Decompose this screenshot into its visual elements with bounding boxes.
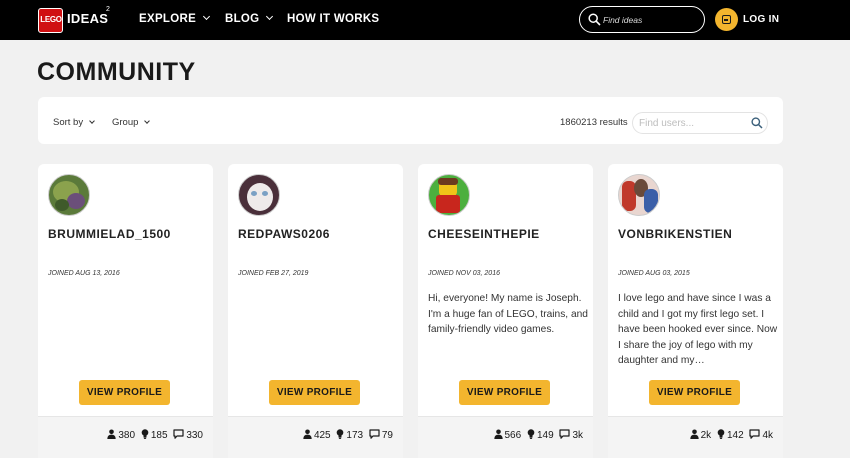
- join-date: JOINED AUG 13, 2016: [48, 270, 120, 277]
- comment-icon: [173, 429, 184, 439]
- login-icon[interactable]: [715, 8, 738, 31]
- group-dropdown[interactable]: Group: [112, 117, 151, 128]
- username[interactable]: REDPAWS0206: [238, 227, 330, 241]
- nav-how-it-works-label: HOW IT WORKS: [287, 13, 380, 25]
- username[interactable]: BRUMMIELAD_1500: [48, 227, 171, 241]
- comment-icon: [749, 429, 761, 439]
- user-icon: [303, 429, 312, 439]
- card-footer: 2k 142 4k: [608, 416, 783, 458]
- followers-stat: 380: [107, 429, 135, 441]
- followers-stat: 566: [493, 429, 522, 441]
- lightbulb-icon: [717, 429, 725, 439]
- group-label: Group: [112, 117, 139, 128]
- nav-blog-label: BLOG: [225, 13, 260, 25]
- user-stats: 425 173 79: [300, 429, 393, 441]
- comments-count: 3k: [572, 430, 583, 441]
- page-title: COMMUNITY: [37, 58, 196, 86]
- comments-count: 330: [186, 430, 203, 441]
- user-card: BRUMMIELAD_1500 JOINED AUG 13, 2016 VIEW…: [38, 164, 213, 458]
- results-count: 1860213 results: [560, 117, 628, 128]
- idea-search-box[interactable]: [579, 6, 705, 33]
- join-date: JOINED AUG 03, 2015: [618, 270, 690, 277]
- followers-stat: 2k: [689, 429, 712, 441]
- ideas-count: 149: [536, 430, 554, 441]
- user-bio: [48, 291, 208, 368]
- nav-how-it-works[interactable]: HOW IT WORKS: [287, 13, 379, 25]
- chevron-down-icon: [144, 118, 151, 124]
- join-date: JOINED NOV 03, 2016: [428, 270, 500, 277]
- nav-explore[interactable]: EXPLORE: [139, 12, 211, 25]
- followers-count: 2k: [700, 430, 712, 441]
- comments-stat: 330: [173, 429, 203, 441]
- user-card: CHEESEINTHEPIE JOINED NOV 03, 2016 Hi, e…: [418, 164, 593, 458]
- chevron-down-icon: [89, 118, 95, 124]
- user-icon: [689, 429, 699, 439]
- card-footer: 566 149 3k: [418, 416, 593, 458]
- ideas-stat: 185: [141, 429, 168, 441]
- comment-icon: [369, 429, 380, 439]
- avatar[interactable]: [48, 174, 90, 216]
- avatar[interactable]: [428, 174, 470, 216]
- view-profile-button[interactable]: VIEW PROFILE: [79, 380, 170, 405]
- logo-superscript: 2: [106, 6, 110, 13]
- lightbulb-icon: [337, 429, 344, 439]
- login-link[interactable]: LOG IN: [743, 14, 779, 25]
- followers-count: 425: [313, 430, 331, 441]
- avatar[interactable]: [618, 174, 660, 216]
- join-date: JOINED FEB 27, 2019: [238, 270, 309, 277]
- user-stats: 566 149 3k: [491, 429, 583, 441]
- sort-by-label: Sort by: [53, 117, 84, 128]
- ideas-count: 173: [346, 430, 364, 441]
- ideas-count: 185: [150, 430, 168, 441]
- followers-stat: 425: [303, 429, 331, 441]
- user-stats: 380 185 330: [104, 429, 203, 441]
- comments-stat: 4k: [749, 429, 773, 441]
- comments-stat: 3k: [559, 429, 583, 441]
- logo-text[interactable]: IDEAS: [67, 11, 108, 26]
- user-search-box[interactable]: [632, 112, 768, 134]
- comments-count: 79: [381, 430, 393, 441]
- avatar[interactable]: [238, 174, 280, 216]
- lego-logo[interactable]: LEGO: [38, 8, 63, 33]
- ideas-stat: 173: [336, 429, 363, 441]
- ideas-stat: 142: [717, 429, 744, 441]
- view-profile-button[interactable]: VIEW PROFILE: [459, 380, 550, 405]
- view-profile-button[interactable]: VIEW PROFILE: [649, 380, 740, 405]
- user-stats: 2k 142 4k: [687, 429, 773, 441]
- filter-bar: Sort by Group 1860213 results: [38, 97, 783, 144]
- nav-blog[interactable]: BLOG: [225, 12, 274, 25]
- user-bio: I love lego and have since I was a child…: [618, 293, 778, 366]
- followers-count: 566: [504, 430, 522, 441]
- user-icon: [107, 429, 117, 439]
- view-profile-button[interactable]: VIEW PROFILE: [269, 380, 360, 405]
- nav-explore-label: EXPLORE: [139, 13, 197, 25]
- top-navigation: LEGO IDEAS 2 EXPLORE BLOG HOW IT WORKS L…: [0, 0, 850, 40]
- user-search-input[interactable]: [639, 116, 749, 131]
- search-icon[interactable]: [751, 117, 763, 129]
- username[interactable]: VONBRIKENSTIEN: [618, 227, 732, 241]
- ideas-count: 142: [726, 430, 744, 441]
- user-card: REDPAWS0206 JOINED FEB 27, 2019 VIEW PRO…: [228, 164, 403, 458]
- lightbulb-icon: [141, 429, 149, 439]
- logo-mark: LEGO: [40, 15, 62, 24]
- comment-icon: [559, 429, 571, 439]
- sort-by-dropdown[interactable]: Sort by: [53, 117, 95, 128]
- card-footer: 380 185 330: [38, 416, 213, 458]
- chevron-down-icon: [266, 12, 274, 21]
- comments-stat: 79: [369, 429, 393, 441]
- followers-count: 380: [118, 430, 136, 441]
- user-icon: [493, 429, 503, 439]
- user-bio: Hi, everyone! My name is Joseph. I'm a h…: [428, 293, 588, 335]
- ideas-stat: 149: [527, 429, 554, 441]
- username[interactable]: CHEESEINTHEPIE: [428, 227, 540, 241]
- idea-search-input[interactable]: [603, 12, 699, 27]
- lightbulb-icon: [527, 429, 535, 439]
- chevron-down-icon: [203, 12, 211, 21]
- card-footer: 425 173 79: [228, 416, 403, 458]
- search-icon: [588, 13, 601, 26]
- user-bio: [238, 291, 398, 368]
- comments-count: 4k: [762, 430, 773, 441]
- user-card: VONBRIKENSTIEN JOINED AUG 03, 2015 I lov…: [608, 164, 783, 458]
